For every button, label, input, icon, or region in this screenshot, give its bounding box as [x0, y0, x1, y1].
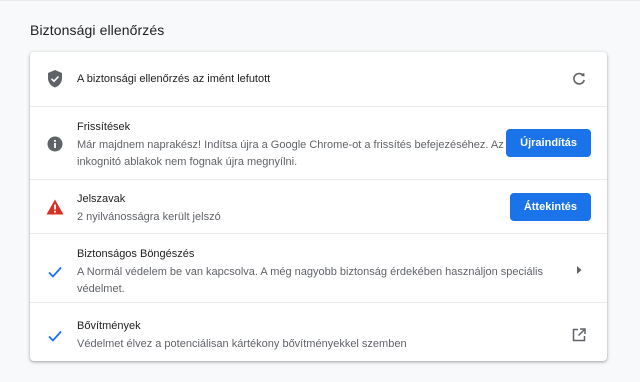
refresh-icon[interactable] [569, 69, 589, 89]
extensions-description: Védelmet élvez a potenciálisan kártékony… [77, 338, 407, 350]
warning-icon [46, 198, 64, 216]
status-text: A biztonsági ellenőrzés az imént lefutot… [77, 73, 271, 85]
safe-browsing-description-line2: védelmet. [77, 283, 125, 295]
open-in-new-icon[interactable] [569, 325, 589, 345]
arrow-right-icon[interactable] [569, 260, 589, 280]
relaunch-button[interactable]: Újraindítás [506, 129, 591, 157]
updates-description-line1: Már majdnem naprakész! Indítsa újra a Go… [77, 139, 504, 151]
safety-check-card: A biztonsági ellenőrzés az imént lefutot… [30, 52, 607, 361]
info-icon [46, 135, 64, 153]
updates-title: Frissítések [77, 121, 131, 133]
review-button[interactable]: Áttekintés [509, 193, 591, 221]
shield-icon [46, 70, 64, 88]
passwords-row: Jelszavak 2 nyilvánosságra került jelszó… [30, 179, 607, 234]
passwords-description: 2 nyilvánosságra került jelszó [77, 211, 221, 223]
extensions-title: Bővítmények [77, 320, 141, 332]
safe-browsing-row[interactable]: Biztonságos Böngészés A Normál védelem b… [30, 233, 607, 303]
top-divider [0, 0, 640, 1]
extensions-row: Bővítmények Védelmet élvez a potenciális… [30, 302, 607, 361]
updates-description-line2: inkognitó ablakok nem fognak újra megnyí… [77, 156, 298, 168]
safe-browsing-title: Biztonságos Böngészés [77, 248, 195, 260]
safe-browsing-description-line1: A Normál védelem be van kapcsolva. A még… [77, 266, 543, 278]
section-title: Biztonsági ellenőrzés [30, 22, 165, 38]
check-icon [46, 263, 64, 281]
updates-row: Frissítések Már majdnem naprakész! Indít… [30, 106, 607, 179]
passwords-title: Jelszavak [77, 193, 126, 205]
status-row: A biztonsági ellenőrzés az imént lefutot… [30, 52, 607, 106]
check-icon [46, 327, 64, 345]
